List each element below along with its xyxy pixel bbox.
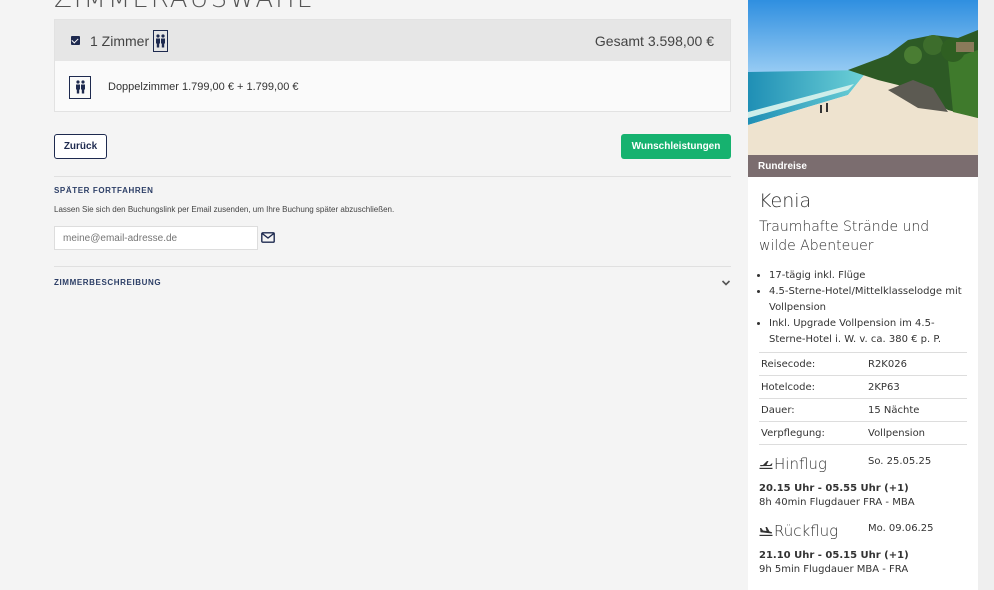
continue-later-text: Lassen Sie sich den Buchungslink per Ema… [54,205,395,214]
chevron-down-icon[interactable] [721,279,731,287]
divider [54,176,731,177]
feature-item: Inkl. Upgrade Vollpension im 4.5-Sterne-… [769,316,970,348]
feature-item: 4.5-Sterne-Hotel/Mittelklasselodge mit V… [769,284,970,316]
return-date: Mo. 09.06.25 [868,523,934,534]
table-row: Dauer: 15 Nächte [759,398,967,422]
outbound-date: So. 25.05.25 [868,456,932,467]
divider [54,266,731,267]
table-row: Verpflegung: Vollpension [759,421,967,445]
table-row: Hotelcode: 2KP63 [759,375,967,399]
feature-list: 17-tägig inkl. Flüge 4.5-Sterne-Hotel/Mi… [769,268,970,348]
trip-info-table: Reisecode: R2K026 Hotelcode: 2KP63 Dauer: 1… [759,352,967,445]
panel-shadow [978,0,994,590]
table-row: Reisecode: R2K026 [759,352,967,376]
return-duration: 9h 5min Flugdauer MBA - FRA [759,564,909,575]
email-input[interactable] [54,226,258,250]
outbound-flight-header: Hinflug So. 25.05.25 [759,455,978,477]
room-line-description: Doppelzimmer 1.799,00 € + 1.799,00 € [108,81,299,93]
trip-summary-panel: Rundreise Kenia Traumhafte Strände und w… [748,0,978,590]
main-content: ZIMMERAUSWAHL 1 Zimmer Gesamt 3.598,00 € [0,0,748,590]
return-time: 21.10 Uhr - 05.15 Uhr (+1) [759,550,909,561]
return-flight-header: Rückflug Mo. 09.06.25 [759,522,978,544]
info-value: R2K026 [868,352,967,376]
info-value: Vollpension [868,421,967,445]
room-checkbox[interactable] [71,36,80,45]
room-selection-header: 1 Zimmer Gesamt 3.598,00 € [55,20,730,61]
plane-departure-icon [759,461,773,469]
info-label: Verpflegung: [759,421,868,445]
room-line-item: Doppelzimmer 1.799,00 € + 1.799,00 € [55,61,730,113]
back-button[interactable]: Zurück [54,134,107,159]
outbound-title: Hinflug [774,455,827,473]
page-title: ZIMMERAUSWAHL [54,0,313,14]
trip-subtitle: Traumhafte Strände und wilde Abenteuer [759,219,930,254]
plane-arrival-icon [759,527,773,536]
room-selection-box: 1 Zimmer Gesamt 3.598,00 € Doppelzimmer … [54,19,731,112]
return-title: Rückflug [774,522,839,540]
mail-icon[interactable] [261,232,275,243]
destination-title: Kenia [759,190,812,212]
info-value: 2KP63 [868,375,967,399]
trip-type-tag: Rundreise [748,155,978,177]
room-description-heading[interactable]: ZIMMERBESCHREIBUNG [54,278,161,287]
extras-button[interactable]: Wunschleistungen [621,134,731,159]
beach-photo [748,0,978,155]
person-icon [153,29,169,52]
info-label: Reisecode: [759,352,868,376]
person-icon [69,75,91,99]
outbound-time: 20.15 Uhr - 05.55 Uhr (+1) [759,483,909,494]
feature-item: 17-tägig inkl. Flüge [769,268,970,284]
info-value: 15 Nächte [868,398,967,422]
info-label: Hotelcode: [759,375,868,399]
continue-later-heading: SPÄTER FORTFAHREN [54,186,154,195]
total-price: Gesamt 3.598,00 € [594,32,714,49]
info-label: Dauer: [759,398,868,422]
room-count-label: 1 Zimmer [90,32,150,49]
outbound-duration: 8h 40min Flugdauer FRA - MBA [759,497,915,508]
